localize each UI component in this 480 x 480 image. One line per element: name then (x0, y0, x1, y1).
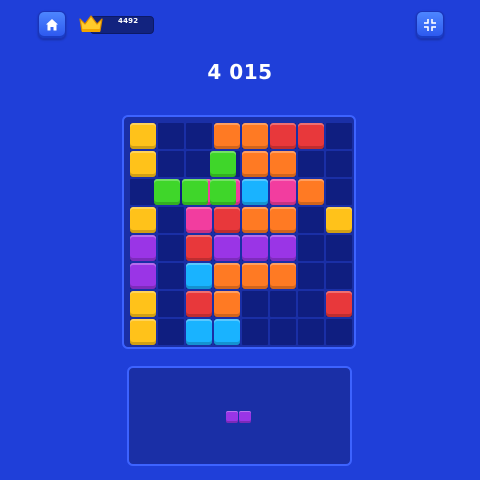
board-cell[interactable] (270, 291, 296, 317)
block-cyan (186, 319, 212, 345)
block-red (270, 123, 296, 149)
block-purple (242, 235, 268, 261)
best-score-value: 4492 (118, 17, 139, 25)
board-cell[interactable] (186, 151, 212, 177)
board-cell[interactable] (158, 151, 184, 177)
block-orange (214, 291, 240, 317)
block-yellow (130, 151, 156, 177)
block-pink (186, 207, 212, 233)
current-score: 4 015 (207, 60, 273, 84)
board-cell[interactable] (158, 263, 184, 289)
collapse-arrows-icon (424, 19, 436, 31)
game-board[interactable] (122, 115, 356, 349)
block-purple (270, 235, 296, 261)
board-cell[interactable] (326, 263, 352, 289)
board-cell[interactable] (326, 179, 352, 205)
board-cell[interactable] (326, 319, 352, 345)
board-cell[interactable] (326, 151, 352, 177)
board-cell[interactable] (298, 291, 324, 317)
block-yellow (130, 207, 156, 233)
tray-piece-block[interactable] (239, 411, 251, 423)
dragged-piece-block[interactable] (181, 179, 208, 205)
board-cell[interactable] (298, 235, 324, 261)
block-orange (242, 151, 268, 177)
block-purple (130, 235, 156, 261)
block-cyan (214, 319, 240, 345)
board-cell[interactable] (326, 235, 352, 261)
dragged-piece-block[interactable] (209, 151, 236, 177)
block-orange (270, 263, 296, 289)
board-cell[interactable] (298, 151, 324, 177)
piece-tray[interactable] (127, 366, 352, 466)
block-cyan (186, 263, 212, 289)
block-yellow (130, 123, 156, 149)
block-orange (242, 263, 268, 289)
tray-piece-block[interactable] (226, 411, 238, 423)
board-cell[interactable] (158, 319, 184, 345)
best-score-badge: 4492 (78, 13, 154, 35)
block-cyan (242, 179, 268, 205)
board-cell[interactable] (158, 207, 184, 233)
block-orange (242, 207, 268, 233)
block-orange (214, 123, 240, 149)
board-cell[interactable] (326, 123, 352, 149)
crown-icon (79, 15, 103, 32)
block-red (326, 291, 352, 317)
dragged-piece-block[interactable] (153, 179, 180, 205)
block-purple (130, 263, 156, 289)
block-orange (270, 151, 296, 177)
block-yellow (130, 291, 156, 317)
home-button[interactable] (38, 11, 66, 39)
block-purple (214, 235, 240, 261)
block-red (186, 291, 212, 317)
board-cell[interactable] (158, 123, 184, 149)
block-orange (270, 207, 296, 233)
board-cell[interactable] (242, 291, 268, 317)
board-cell[interactable] (130, 179, 156, 205)
block-orange (214, 263, 240, 289)
board-cell[interactable] (298, 207, 324, 233)
board-cell[interactable] (186, 123, 212, 149)
board-cell[interactable] (158, 291, 184, 317)
collapse-button[interactable] (416, 11, 444, 39)
home-icon (46, 19, 58, 31)
block-orange (298, 179, 324, 205)
block-red (298, 123, 324, 149)
board-cell[interactable] (242, 319, 268, 345)
board-cell[interactable] (270, 319, 296, 345)
board-cell[interactable] (158, 235, 184, 261)
board-cell[interactable] (298, 263, 324, 289)
block-yellow (326, 207, 352, 233)
dragged-piece-block[interactable] (209, 179, 236, 205)
board-cell[interactable] (298, 319, 324, 345)
block-orange (242, 123, 268, 149)
block-red (186, 235, 212, 261)
block-yellow (130, 319, 156, 345)
block-red (214, 207, 240, 233)
block-pink (270, 179, 296, 205)
